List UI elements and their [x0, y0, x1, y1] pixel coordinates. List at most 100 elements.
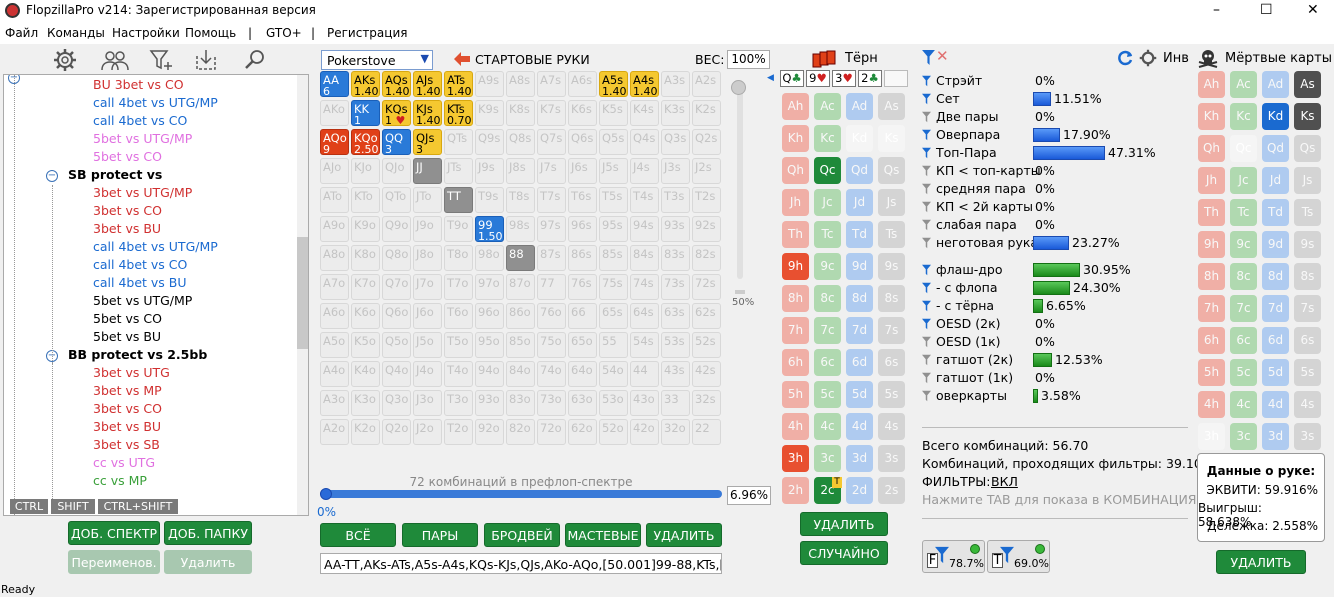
turn-card[interactable]: 4c — [814, 413, 841, 440]
turn-card[interactable]: 3h — [782, 445, 809, 472]
stat-label[interactable]: OESD (2к) — [936, 316, 1001, 331]
dead-card[interactable]: Qc — [1230, 135, 1257, 162]
board-left-arrow-icon[interactable]: ◀ — [767, 73, 774, 83]
hand-cell[interactable]: A6s — [568, 71, 597, 97]
dead-card[interactable]: 7c — [1230, 295, 1257, 322]
hand-cell[interactable]: KQs 1 ♥ — [382, 100, 411, 127]
hand-cell[interactable]: K9o — [351, 216, 380, 242]
turn-card[interactable]: 8s — [878, 285, 905, 312]
hand-cell[interactable]: 43s — [661, 361, 690, 387]
hand-cell[interactable]: 92o — [475, 419, 504, 445]
collapse-icon[interactable]: − — [8, 75, 20, 84]
turn-card[interactable]: Kh — [782, 125, 809, 152]
hand-cell[interactable]: 84o — [506, 361, 535, 387]
dead-delete-button[interactable]: УДАЛИТЬ — [1216, 550, 1306, 574]
hand-cell[interactable]: 75o — [537, 332, 566, 358]
hand-cell[interactable]: 66 — [568, 303, 597, 329]
hand-cell[interactable]: A9s — [475, 71, 504, 97]
dead-card[interactable]: 4s — [1294, 391, 1321, 418]
range-text-input[interactable]: AA-TT,AKs-ATs,A5s-A4s,KQs-KJs,QJs,AKo-AQ… — [320, 553, 722, 574]
hand-cell[interactable]: T2s — [692, 187, 721, 213]
stat-label[interactable]: средняя пара — [936, 181, 1026, 196]
hand-cell[interactable]: 94s — [630, 216, 659, 242]
hand-cell[interactable]: 83o — [506, 390, 535, 416]
turn-card[interactable]: 9c — [814, 253, 841, 280]
hand-cell[interactable]: Q6s — [568, 129, 597, 155]
turn-card[interactable]: 9s — [878, 253, 905, 280]
hand-cell[interactable]: JJ — [413, 158, 442, 184]
hand-cell[interactable]: A2o — [320, 419, 349, 445]
stat-label[interactable]: OESD (1к) — [936, 334, 1001, 349]
turn-card[interactable]: Ah — [782, 93, 809, 120]
tree-item[interactable]: 5bet vs BU — [93, 329, 161, 344]
hand-cell[interactable]: JTo — [413, 187, 442, 213]
dead-card[interactable]: 4h — [1198, 391, 1225, 418]
hand-cell[interactable]: Q5s — [599, 129, 628, 155]
hand-cell[interactable]: J9o — [413, 216, 442, 242]
tree-item[interactable]: call 4bet vs UTG/MP — [93, 95, 218, 110]
hand-cell[interactable]: 83s — [661, 245, 690, 271]
back-arrow-icon[interactable] — [453, 51, 471, 67]
turn-card[interactable]: 4s — [878, 413, 905, 440]
hand-cell[interactable]: 52o — [599, 419, 628, 445]
dead-card[interactable]: 8s — [1294, 263, 1321, 290]
board-card[interactable]: Q♣ — [780, 70, 804, 87]
dead-card[interactable]: 6h — [1198, 327, 1225, 354]
dead-card[interactable]: 5s — [1294, 359, 1321, 386]
hand-cell[interactable]: Q4s — [630, 129, 659, 155]
hand-cell[interactable]: 86o — [506, 303, 535, 329]
dead-card[interactable]: 5c — [1230, 359, 1257, 386]
menu-file[interactable]: Файл — [5, 26, 38, 40]
stat-label[interactable]: Сет — [936, 91, 960, 106]
clear-filter-icon[interactable]: ✕ — [936, 47, 949, 65]
turn-card[interactable]: 6c — [814, 349, 841, 376]
hand-cell[interactable]: 95s — [599, 216, 628, 242]
filter-icon[interactable] — [922, 300, 931, 312]
hand-cell[interactable]: AQo 9 — [320, 129, 349, 156]
hand-cell[interactable]: 73o — [537, 390, 566, 416]
tree-item[interactable]: call 4bet vs CO — [93, 257, 187, 272]
turn-card[interactable]: 3d — [846, 445, 873, 472]
hand-cell[interactable]: 54o — [599, 361, 628, 387]
tree-item[interactable]: BU 3bet vs CO — [93, 77, 184, 92]
progress-knob[interactable] — [320, 488, 332, 500]
dead-card[interactable]: Kd — [1262, 103, 1289, 130]
stat-label[interactable]: - с тёрна — [936, 298, 994, 313]
hand-cell[interactable]: K2s — [692, 100, 721, 126]
hand-cell[interactable]: A6o — [320, 303, 349, 329]
hand-cell[interactable]: K9s — [475, 100, 504, 126]
tree-item[interactable]: call 4bet vs BU — [93, 275, 187, 290]
hand-cell[interactable]: 62o — [568, 419, 597, 445]
hand-cell[interactable]: 73s — [661, 274, 690, 300]
hand-cell[interactable]: QTo — [382, 187, 411, 213]
hand-cell[interactable]: K2o — [351, 419, 380, 445]
hand-cell[interactable]: 33 — [661, 390, 690, 416]
turn-card[interactable]: Td — [846, 221, 873, 248]
tree-folder[interactable]: BB protect vs 2.5bb — [68, 347, 207, 362]
dead-card[interactable]: As — [1294, 71, 1321, 98]
hand-cell[interactable]: A8s — [506, 71, 535, 97]
hand-cell[interactable]: KTo — [351, 187, 380, 213]
hand-cell[interactable]: 76o — [537, 303, 566, 329]
hand-cell[interactable]: 76s — [568, 274, 597, 300]
menu-commands[interactable]: Команды — [47, 26, 105, 40]
hand-cell[interactable]: 97o — [475, 274, 504, 300]
hand-cell[interactable]: 65s — [599, 303, 628, 329]
turn-card[interactable]: 8d — [846, 285, 873, 312]
stat-label[interactable]: - с флопа — [936, 280, 998, 295]
hand-cell[interactable]: K8o — [351, 245, 380, 271]
stat-label[interactable]: гатшот (2к) — [936, 352, 1013, 367]
hand-cell[interactable]: K5o — [351, 332, 380, 358]
hand-cell[interactable]: T6s — [568, 187, 597, 213]
hand-cell[interactable]: J2o — [413, 419, 442, 445]
hand-cell[interactable]: 55 — [599, 332, 628, 358]
stat-label[interactable]: Оверпара — [936, 127, 1000, 142]
hand-cell[interactable]: 53s — [661, 332, 690, 358]
hand-cell[interactable]: Q4o — [382, 361, 411, 387]
turn-card[interactable]: 3s — [878, 445, 905, 472]
stat-label[interactable]: флаш-дро — [936, 262, 1003, 277]
turn-card[interactable]: 3c — [814, 445, 841, 472]
turn-card[interactable]: Tc — [814, 221, 841, 248]
hand-cell[interactable]: A3o — [320, 390, 349, 416]
rename-button[interactable]: Переименов. — [68, 550, 160, 574]
